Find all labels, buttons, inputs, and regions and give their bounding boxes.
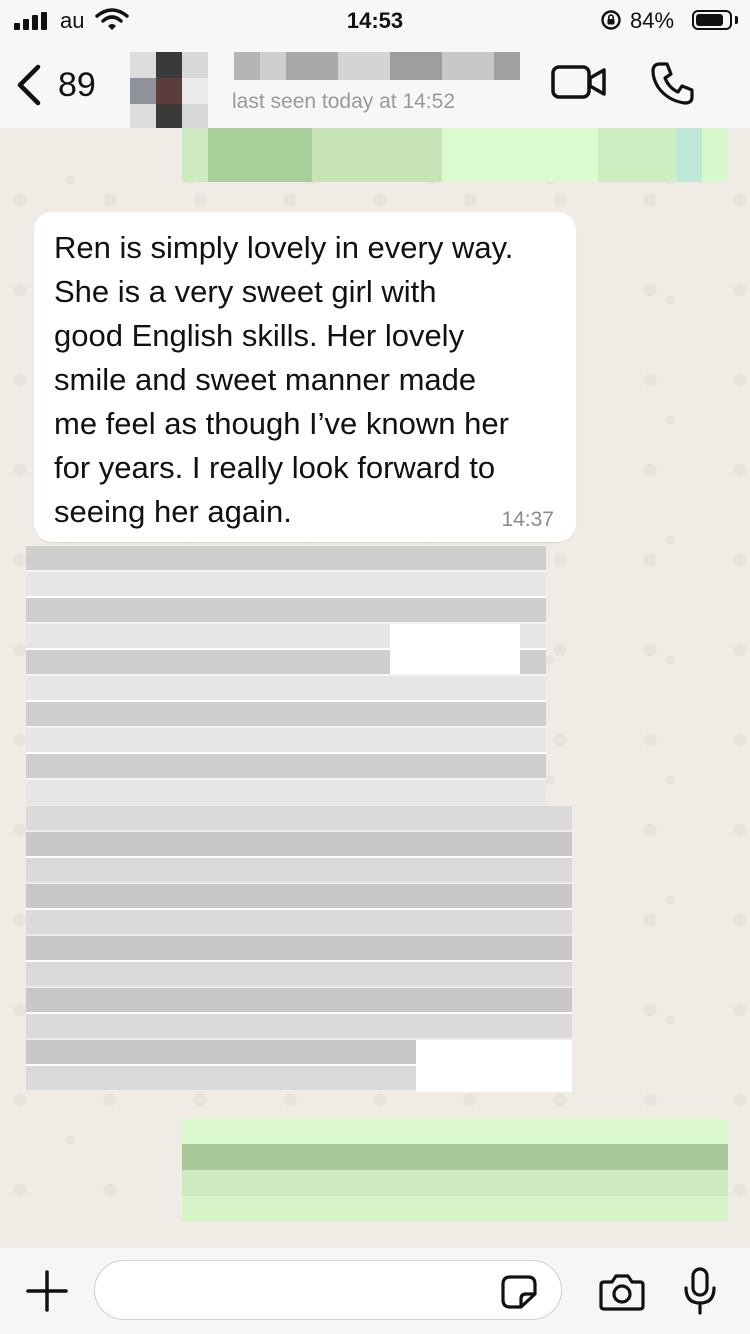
battery-icon bbox=[692, 10, 732, 30]
chevron-left-icon bbox=[17, 64, 41, 106]
sticker-button[interactable] bbox=[500, 1274, 538, 1310]
camera-icon bbox=[599, 1274, 645, 1311]
video-camera-icon bbox=[551, 65, 591, 99]
back-button[interactable]: 89 bbox=[14, 60, 114, 110]
sent-message-redacted bbox=[182, 1118, 728, 1222]
status-bar: au 14:53 84% bbox=[0, 0, 750, 42]
battery-percent: 84% bbox=[630, 8, 675, 33]
battery-level-fill bbox=[696, 14, 723, 26]
received-message-redacted bbox=[26, 806, 572, 1092]
camera-button[interactable] bbox=[598, 1272, 646, 1312]
voice-message-button[interactable] bbox=[682, 1266, 718, 1316]
video-call-button[interactable] bbox=[550, 62, 608, 102]
plus-icon bbox=[26, 1270, 68, 1312]
last-seen-status: last seen today at 14:52 bbox=[232, 90, 455, 113]
message-timestamp: 14:37 bbox=[501, 508, 554, 531]
attach-plus-button[interactable] bbox=[26, 1270, 68, 1312]
chat-header: 89 last seen today at 14:52 bbox=[0, 42, 750, 128]
battery-nub bbox=[735, 16, 738, 24]
phone-icon bbox=[651, 62, 694, 105]
sticker-icon bbox=[501, 1275, 537, 1309]
message-text: Ren is simply lovely in every way. She i… bbox=[54, 230, 514, 529]
received-message-redacted bbox=[26, 546, 546, 804]
received-message-bubble[interactable]: Ren is simply lovely in every way. She i… bbox=[34, 212, 576, 542]
message-input-bar bbox=[0, 1248, 750, 1334]
contact-avatar[interactable] bbox=[130, 52, 208, 128]
microphone-icon bbox=[691, 1267, 709, 1297]
sent-message-redacted bbox=[182, 128, 728, 182]
contact-name-redacted[interactable] bbox=[234, 52, 520, 80]
voice-call-button[interactable] bbox=[650, 60, 696, 106]
orientation-lock-icon bbox=[601, 10, 621, 30]
unread-chats-count: 89 bbox=[58, 65, 96, 104]
message-input[interactable] bbox=[94, 1260, 562, 1320]
